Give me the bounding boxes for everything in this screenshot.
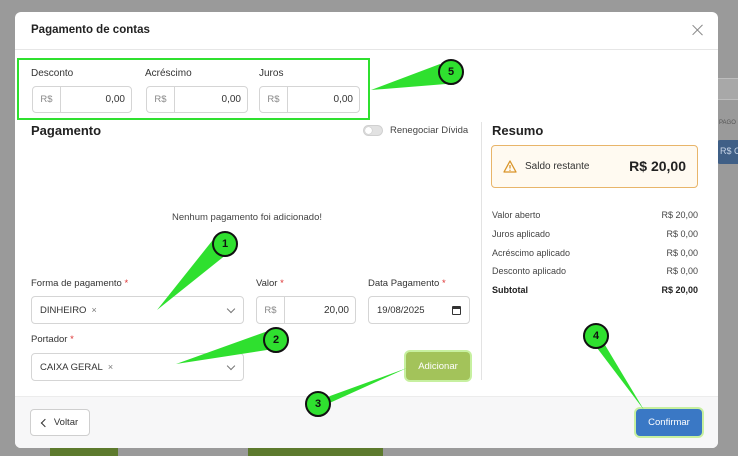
renegotiate-toggle[interactable] (363, 125, 383, 136)
surcharge-label: Acréscimo (145, 68, 192, 79)
surcharge-value: 0,00 (221, 94, 241, 105)
interest-value: 0,00 (333, 94, 353, 105)
summary-row: Acréscimo aplicado R$ 0,00 (492, 248, 698, 258)
column-divider (481, 122, 482, 380)
adjustments-group: Desconto R$ 0,00 Acréscimo R$ 0,00 Juros… (17, 58, 370, 120)
amount-label: Valor * (256, 278, 284, 289)
confirm-button[interactable]: Confirmar (636, 409, 702, 436)
discount-value: 0,00 (105, 94, 125, 105)
background-toolbar (0, 447, 738, 456)
annotation-badge: 1 (212, 231, 238, 257)
payment-date-label: Data Pagamento * (368, 278, 446, 289)
payment-section-title: Pagamento (31, 123, 102, 138)
discount-label: Desconto (31, 68, 74, 79)
payment-method-value: DINHEIRO (40, 304, 87, 316)
currency-prefix: R$ (147, 87, 175, 112)
summary-row: Valor aberto R$ 20,00 (492, 210, 698, 220)
empty-payments-message: Nenhum pagamento foi adicionado! (172, 212, 322, 223)
summary-row-value: R$ 0,00 (666, 266, 698, 276)
summary-title: Resumo (492, 123, 544, 138)
annotation-badge: 5 (438, 59, 464, 85)
modal-footer: Voltar Confirmar (15, 396, 718, 448)
warning-icon (503, 160, 517, 173)
summary-row-label: Desconto aplicado (492, 266, 567, 276)
payment-date-value: 19/08/2025 (377, 304, 425, 316)
background-value-cell: R$ C (717, 140, 738, 164)
surcharge-input[interactable]: R$ 0,00 (146, 86, 248, 113)
remaining-balance-value: R$ 20,00 (629, 158, 686, 174)
background-column-label: PAGO (719, 120, 736, 126)
holder-select[interactable]: CAIXA GERAL × (31, 353, 244, 381)
modal-title: Pagamento de contas (31, 24, 150, 36)
interest-input[interactable]: R$ 0,00 (259, 86, 360, 113)
remaining-balance-label: Saldo restante (525, 161, 590, 172)
remove-tag-icon[interactable]: × (91, 305, 96, 315)
amount-value: 20,00 (323, 304, 349, 316)
calendar-icon[interactable] (452, 306, 461, 315)
summary-row: Desconto aplicado R$ 0,00 (492, 266, 698, 276)
amount-input[interactable]: R$ 20,00 (256, 296, 356, 324)
remaining-balance-card: Saldo restante R$ 20,00 (491, 145, 698, 188)
subtotal-value: R$ 20,00 (661, 285, 698, 295)
summary-row-label: Juros aplicado (492, 229, 551, 239)
currency-prefix: R$ (260, 87, 288, 112)
annotation-badge: 2 (263, 327, 289, 353)
holder-value: CAIXA GERAL (40, 361, 103, 373)
currency-prefix: R$ (257, 297, 285, 323)
chevron-down-icon (226, 361, 236, 371)
renegotiate-label: Renegociar Dívida (390, 125, 469, 136)
summary-row-value: R$ 20,00 (661, 210, 698, 220)
payment-date-input[interactable]: 19/08/2025 (368, 296, 470, 324)
add-payment-button[interactable]: Adicionar (406, 352, 470, 380)
chevron-down-icon (226, 304, 236, 314)
back-button-label: Voltar (53, 417, 79, 428)
background-green-button (248, 447, 383, 456)
payment-method-select[interactable]: DINHEIRO × (31, 296, 244, 324)
payment-method-label: Forma de pagamento * (31, 278, 129, 289)
currency-prefix: R$ (33, 87, 61, 112)
summary-row-label: Valor aberto (492, 210, 541, 220)
subtotal-row: Subtotal R$ 20,00 (492, 285, 698, 295)
summary-row-label: Acréscimo aplicado (492, 248, 571, 258)
close-icon[interactable] (690, 22, 706, 38)
remove-tag-icon[interactable]: × (108, 362, 113, 372)
annotation-badge: 3 (305, 391, 331, 417)
discount-input[interactable]: R$ 0,00 (32, 86, 132, 113)
modal-header: Pagamento de contas (15, 12, 718, 50)
subtotal-label: Subtotal (492, 285, 528, 295)
interest-label: Juros (259, 68, 284, 79)
payment-modal: Pagamento de contas Desconto R$ 0,00 Acr… (15, 12, 718, 448)
back-button[interactable]: Voltar (30, 409, 90, 436)
chevron-left-icon (40, 418, 50, 427)
holder-label: Portador * (31, 334, 74, 345)
annotation-badge: 4 (583, 323, 609, 349)
summary-row: Juros aplicado R$ 0,00 (492, 229, 698, 239)
background-green-button (50, 447, 118, 456)
summary-row-value: R$ 0,00 (666, 229, 698, 239)
summary-row-value: R$ 0,00 (666, 248, 698, 258)
